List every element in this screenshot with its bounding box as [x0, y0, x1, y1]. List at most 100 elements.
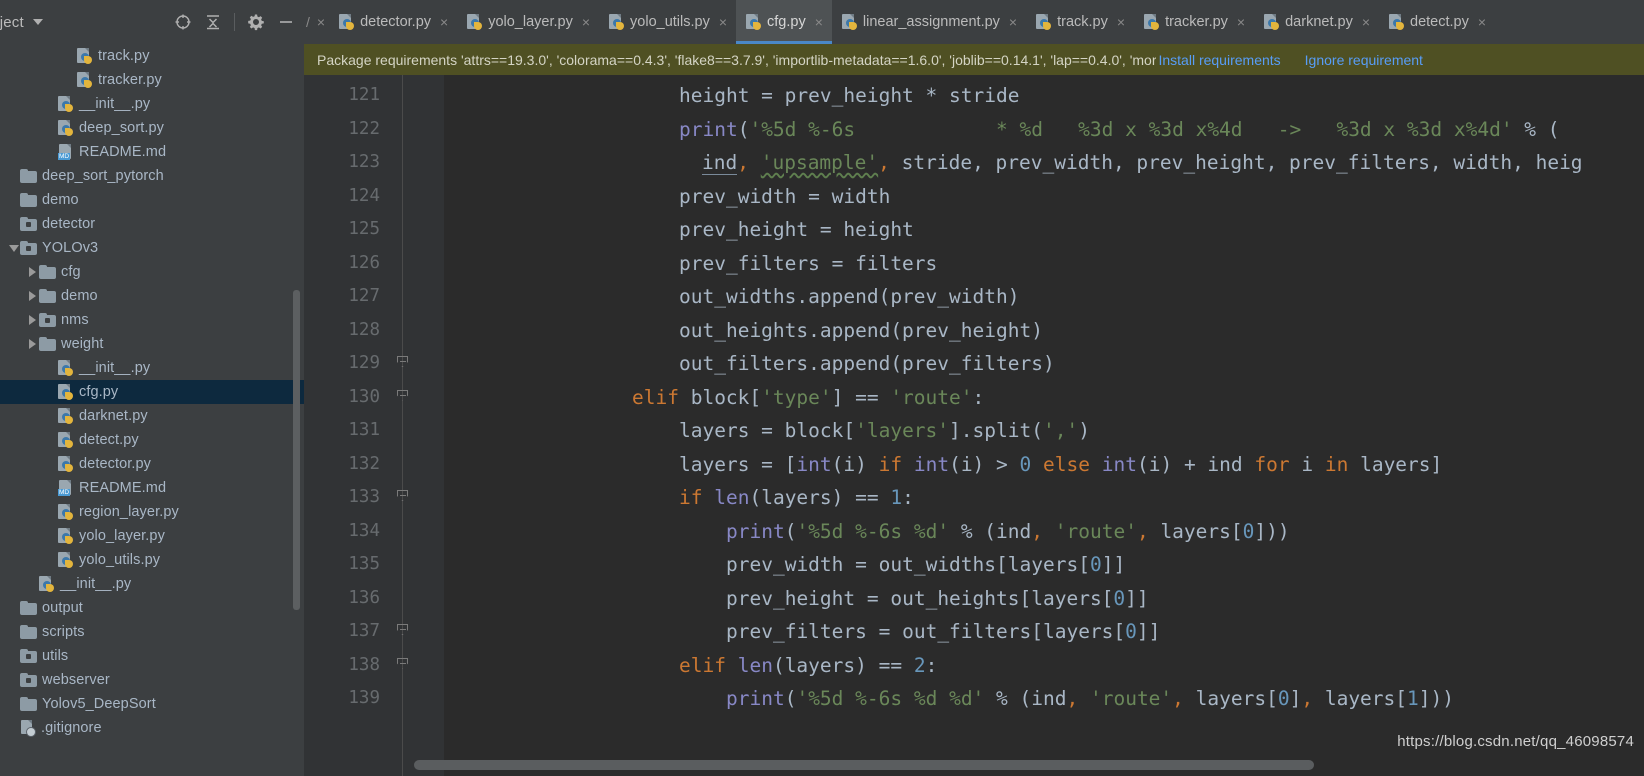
code-line[interactable]: height = prev_height * stride — [679, 79, 1019, 113]
code-line[interactable]: print('%5d %-6s %d' % (ind, 'route', lay… — [726, 515, 1290, 549]
code-editor[interactable]: 121 122 123 124 125 126 127 128 129 130 131 132 133 1… — [304, 75, 1644, 776]
code-line[interactable]: layers = [int(i) if int(i) > 0 else int(… — [679, 448, 1442, 482]
tab-label: detector.py — [360, 14, 432, 30]
tree-item[interactable]: webserver — [0, 668, 304, 692]
code-fold-icon[interactable] — [397, 381, 409, 415]
close-icon[interactable]: × — [317, 14, 325, 30]
chevron-right-icon[interactable] — [26, 260, 39, 284]
tree-item[interactable]: detector.py — [0, 452, 304, 476]
editor-tab-detect-py[interactable]: detect.py × — [1379, 0, 1495, 44]
code-line[interactable]: print('%5d %-6s %d %d' % (ind, 'route', … — [726, 682, 1454, 716]
tree-item[interactable]: tracker.py — [0, 68, 304, 92]
sidebar-scrollbar[interactable] — [293, 290, 300, 610]
editor-tab-bar[interactable]: / × detector.py × yolo_layer.py × yolo_utils… — [304, 0, 1644, 44]
code-line[interactable]: prev_filters = filters — [679, 247, 937, 281]
tab-close-icon[interactable]: × — [582, 15, 590, 29]
code-fold-icon[interactable] — [397, 347, 409, 381]
tree-item[interactable]: demo — [0, 188, 304, 212]
tree-item[interactable]: __init__.py — [0, 356, 304, 380]
chevron-down-icon[interactable] — [7, 236, 20, 260]
code-line[interactable]: if len(layers) == 1: — [679, 481, 914, 515]
code-line[interactable]: prev_filters = out_filters[layers[0]] — [726, 615, 1160, 649]
code-line[interactable]: elif block['type'] == 'route': — [632, 381, 984, 415]
install-requirements-link[interactable]: Install requirements — [1158, 52, 1280, 68]
editor-tab-track-py[interactable]: track.py × — [1026, 0, 1134, 44]
tree-item[interactable]: __init__.py — [0, 92, 304, 116]
collapse-all-icon[interactable] — [199, 8, 227, 36]
editor-tab-detector-py[interactable]: detector.py × — [329, 0, 457, 44]
tree-item[interactable]: demo — [0, 284, 304, 308]
tree-item-label: yolo_layer.py — [79, 528, 165, 544]
editor-tab-darknet-py[interactable]: darknet.py × — [1254, 0, 1379, 44]
chevron-down-icon[interactable] — [32, 19, 43, 25]
banner-message: Package requirements 'attrs==19.3.0', 'c… — [317, 51, 1157, 68]
code-line[interactable]: layers = block['layers'].split(',') — [679, 414, 1090, 448]
tree-item-label: scripts — [42, 624, 85, 640]
tree-item[interactable]: utils — [0, 644, 304, 668]
code-line[interactable]: out_filters.append(prev_filters) — [679, 347, 1055, 381]
tree-item[interactable]: track.py — [0, 44, 304, 68]
gear-icon[interactable] — [242, 8, 270, 36]
tab-close-icon[interactable]: × — [1009, 15, 1017, 29]
code-line[interactable]: prev_height = out_heights[layers[0]] — [726, 582, 1149, 616]
code-line[interactable]: elif len(layers) == 2: — [679, 649, 937, 683]
markdown-file-icon: MD — [58, 144, 74, 160]
tab-close-icon[interactable]: × — [719, 15, 727, 29]
tree-item[interactable]: region_layer.py — [0, 500, 304, 524]
editor-tab-tracker-py[interactable]: tracker.py × — [1134, 0, 1254, 44]
tab-close-icon[interactable]: × — [1237, 15, 1245, 29]
code-line[interactable]: prev_height = height — [679, 213, 914, 247]
minimize-icon[interactable] — [272, 8, 300, 36]
code-line[interactable]: out_widths.append(prev_width) — [679, 280, 1019, 314]
tree-item-selected[interactable]: cfg.py — [0, 380, 304, 404]
folder-icon — [20, 697, 37, 711]
tree-item[interactable]: MD README.md — [0, 140, 304, 164]
python-file-icon — [77, 71, 93, 89]
ignore-requirements-link[interactable]: Ignore requirement — [1305, 52, 1423, 68]
editor-tab-yolo_utils-py[interactable]: yolo_utils.py × — [599, 0, 736, 44]
tree-item[interactable]: YOLOv3 — [0, 236, 304, 260]
chevron-right-icon[interactable] — [26, 284, 39, 308]
tab-close-icon[interactable]: × — [1362, 15, 1370, 29]
code-line[interactable]: out_heights.append(prev_height) — [679, 314, 1043, 348]
tree-item[interactable]: scripts — [0, 620, 304, 644]
tab-close-icon[interactable]: × — [815, 15, 823, 29]
tree-item-label: output — [42, 600, 83, 616]
editor-tab-yolo_layer-py[interactable]: yolo_layer.py × — [457, 0, 599, 44]
tree-item[interactable]: detector — [0, 212, 304, 236]
code-fold-icon[interactable] — [397, 481, 409, 515]
editor-tab-linear_assignment-py[interactable]: linear_assignment.py × — [832, 0, 1026, 44]
tree-item[interactable]: Yolov5_DeepSort — [0, 692, 304, 716]
tree-item[interactable]: nms — [0, 308, 304, 332]
project-file-tree[interactable]: track.py tracker.py __init__.py deep_sort.p… — [0, 44, 304, 776]
editor-gutter[interactable]: 121 122 123 124 125 126 127 128 129 130 131 132 133 1… — [304, 75, 444, 776]
tree-item[interactable]: cfg — [0, 260, 304, 284]
editor-tab-cfg-py[interactable]: cfg.py × — [736, 0, 832, 44]
tree-item[interactable]: yolo_layer.py — [0, 524, 304, 548]
locate-icon[interactable] — [169, 8, 197, 36]
code-line[interactable]: prev_width = width — [679, 180, 890, 214]
code-content[interactable]: height = prev_height * stride print('%5d … — [444, 75, 1644, 776]
tab-close-icon[interactable]: × — [1117, 15, 1125, 29]
tree-item[interactable]: darknet.py — [0, 404, 304, 428]
tree-item[interactable]: .gitignore — [0, 716, 304, 740]
code-line[interactable]: print('%5d %-6s * %d %3d x %3d x%4d -> %… — [679, 113, 1560, 147]
tree-item[interactable]: deep_sort.py — [0, 116, 304, 140]
tab-close-icon[interactable]: × — [1478, 15, 1486, 29]
code-fold-icon[interactable] — [397, 615, 409, 649]
tree-item[interactable]: deep_sort_pytorch — [0, 164, 304, 188]
code-fold-icon[interactable] — [397, 649, 409, 683]
chevron-right-icon[interactable] — [26, 332, 39, 356]
tree-item[interactable]: yolo_utils.py — [0, 548, 304, 572]
tree-item[interactable]: __init__.py — [0, 572, 304, 596]
tree-item[interactable]: weight — [0, 332, 304, 356]
tree-item[interactable]: MD README.md — [0, 476, 304, 500]
code-line[interactable]: ind, 'upsample', stride, prev_width, pre… — [702, 146, 1583, 180]
chevron-right-icon[interactable] — [26, 308, 39, 332]
code-line[interactable]: prev_width = out_widths[layers[0]] — [726, 548, 1125, 582]
editor-hscrollbar-thumb[interactable] — [414, 760, 1314, 770]
tree-item[interactable]: output — [0, 596, 304, 620]
tree-item[interactable]: detect.py — [0, 428, 304, 452]
tab-close-icon[interactable]: × — [440, 15, 448, 29]
line-number: 138 — [348, 654, 380, 675]
